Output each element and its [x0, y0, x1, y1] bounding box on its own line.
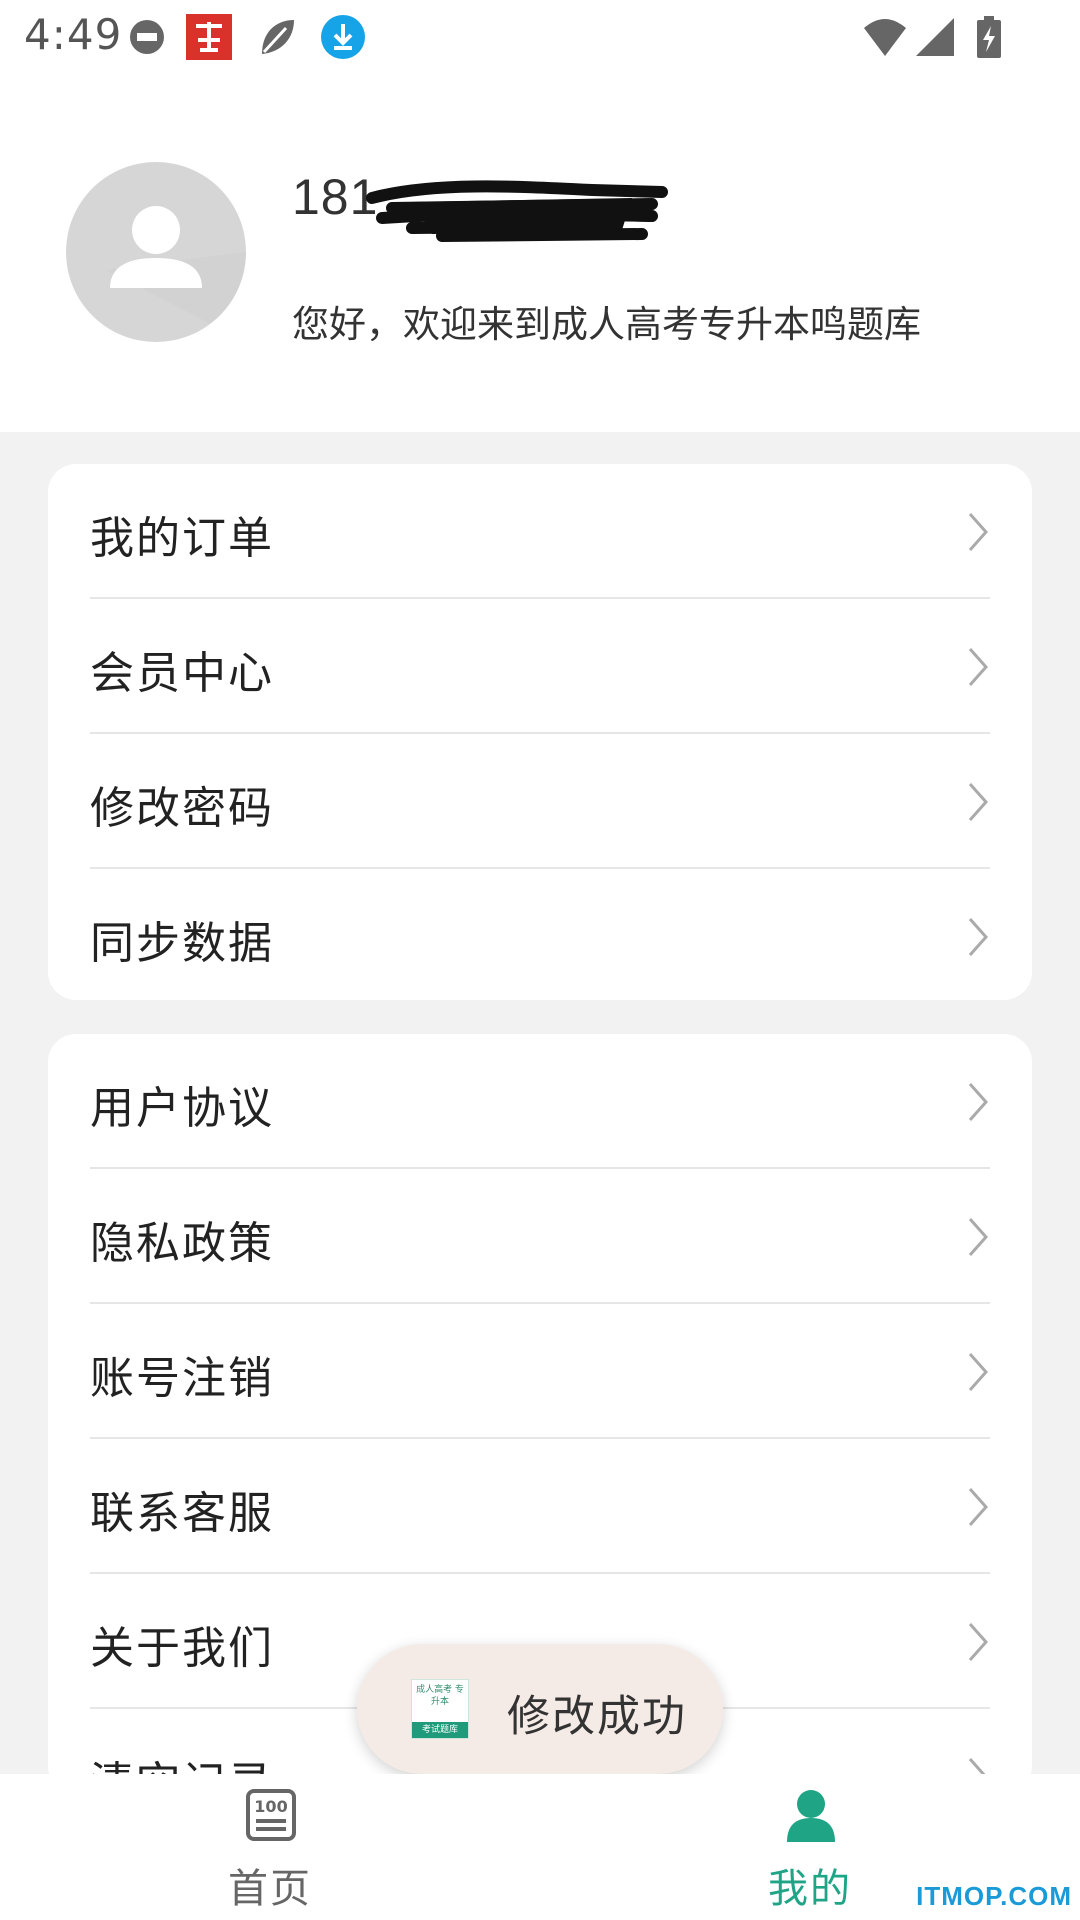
menu-item-label: 联系客服	[90, 1488, 274, 1539]
nav-tab-mine[interactable]: 我的	[690, 1774, 930, 1920]
toast-notification: 成人高考 专升本 考试题库 修改成功	[357, 1644, 723, 1774]
menu-item-change-password[interactable]: 修改密码	[90, 734, 990, 869]
nav-tab-mine-label: 我的	[768, 1866, 852, 1912]
menu-item-label: 清空记录	[90, 1747, 274, 1774]
chevron-right-icon	[968, 783, 989, 821]
menu-item-contact-support[interactable]: 联系客服	[90, 1439, 990, 1574]
menu-item-membership[interactable]: 会员中心	[90, 599, 990, 734]
minus-circle-icon	[130, 20, 164, 54]
menu-item-label: 同步数据	[90, 918, 274, 969]
menu-item-user-agreement[interactable]: 用户协议	[90, 1034, 990, 1169]
watermark: ITMOP.COM	[916, 1881, 1072, 1911]
chevron-right-icon	[968, 513, 989, 551]
status-time: 4:49	[24, 10, 123, 59]
user-silhouette-icon	[106, 206, 246, 342]
menu-item-label: 隐私政策	[90, 1218, 274, 1269]
chevron-right-icon	[968, 1353, 989, 1391]
status-bar: 4:49	[0, 0, 1080, 72]
score-100-icon: 100	[246, 1789, 296, 1841]
chevron-right-icon	[968, 918, 989, 956]
menu-item-my-orders[interactable]: 我的订单	[90, 464, 990, 599]
chevron-right-icon	[968, 1488, 989, 1526]
avatar[interactable]	[66, 162, 246, 342]
nav-tab-home-label: 首页	[228, 1866, 312, 1912]
download-icon	[321, 15, 365, 59]
battery-charging-icon	[977, 16, 1001, 58]
chevron-right-icon	[968, 1758, 986, 1774]
bottom-nav: 100 首页 我的 ITMOP.COM	[0, 1774, 1080, 1920]
leaf-icon	[262, 20, 294, 54]
menu-item-privacy-policy[interactable]: 隐私政策	[90, 1169, 990, 1304]
redaction-scribble	[366, 180, 668, 242]
menu-card-account: 我的订单 会员中心 修改密码 同步数据	[48, 464, 1032, 1000]
menu-item-label: 用户协议	[90, 1083, 274, 1134]
chevron-right-icon	[968, 1083, 989, 1121]
username: 181	[292, 168, 732, 248]
toast-message: 修改成功	[507, 1692, 687, 1742]
menu-item-sync-data[interactable]: 同步数据	[90, 869, 990, 1004]
welcome-message: 您好，欢迎来到成人高考专升本鸣题库	[292, 303, 921, 346]
menu-item-delete-account[interactable]: 账号注销	[90, 1304, 990, 1439]
menu-item-label: 关于我们	[90, 1623, 274, 1674]
menu-item-label: 账号注销	[90, 1353, 274, 1404]
app-logo: 成人高考 专升本 考试题库	[411, 1679, 469, 1739]
app-logo-band: 考试题库	[412, 1722, 468, 1738]
wifi-icon	[864, 19, 906, 56]
menu-item-label: 修改密码	[90, 783, 274, 834]
chevron-right-icon	[968, 1218, 989, 1256]
menu-item-label: 会员中心	[90, 648, 274, 699]
person-icon	[787, 1790, 835, 1842]
app-logo-text: 成人高考 专升本	[416, 1685, 464, 1707]
profile-header: 181 您好，欢迎来到成人高考专升本鸣题库	[0, 72, 1080, 432]
nav-tab-home[interactable]: 100 首页	[150, 1774, 390, 1920]
menu-item-label: 我的订单	[90, 513, 274, 564]
menu-content[interactable]: 我的订单 会员中心 修改密码 同步数据 用户协议 隐私政策 账号注销 联系客服 …	[0, 432, 1080, 1774]
chevron-right-icon	[968, 1623, 989, 1661]
signal-icon	[916, 18, 954, 56]
app-logo-icon	[186, 14, 232, 60]
chevron-right-icon	[968, 648, 989, 686]
score-100-icon-text: 100	[254, 1797, 287, 1816]
